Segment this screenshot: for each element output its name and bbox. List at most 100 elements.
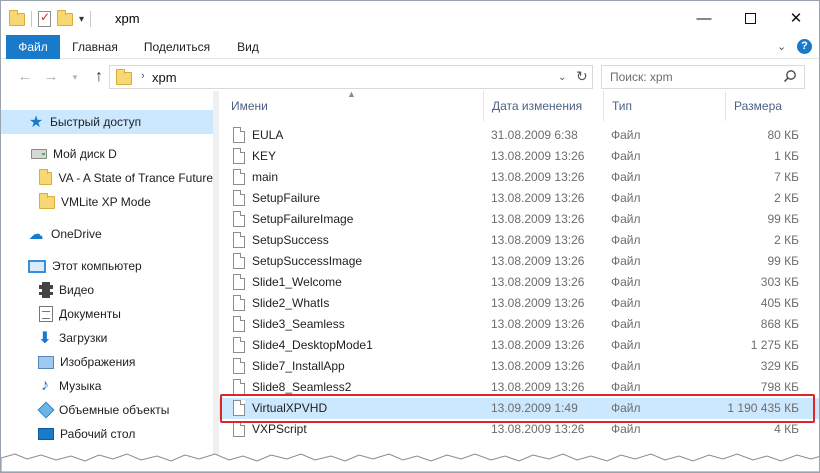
sidebar-item-pictures[interactable]: Изображения: [1, 350, 213, 374]
ribbon-tabs: Файл Главная Поделиться Вид ⌄ ?: [1, 35, 819, 59]
tab-share[interactable]: Поделиться: [135, 35, 219, 59]
properties-icon[interactable]: [38, 10, 51, 27]
search-icon[interactable]: [783, 69, 797, 83]
sidebar-item-label: VMLite XP Mode: [61, 195, 151, 209]
file-size: 868 КБ: [760, 317, 799, 331]
file-type: Файл: [611, 275, 641, 289]
table-row[interactable]: Slide2_WhatIs 13.08.2009 13:26 Файл 405 …: [219, 293, 819, 314]
table-row[interactable]: main 13.08.2009 13:26 Файл 7 КБ: [219, 167, 819, 188]
sidebar-item-onedrive[interactable]: ☁ OneDrive: [1, 222, 213, 246]
column-header-date[interactable]: Дата изменения: [483, 91, 603, 121]
address-dropdown-icon[interactable]: ⌄: [558, 72, 566, 83]
table-row[interactable]: Slide1_Welcome 13.08.2009 13:26 Файл 303…: [219, 272, 819, 293]
sidebar-item-drive-d[interactable]: Мой диск D: [1, 142, 213, 166]
file-type: Файл: [611, 296, 641, 310]
folder-icon: [39, 192, 55, 209]
sidebar-item-downloads[interactable]: ⬇ Загрузки: [1, 326, 213, 350]
file-date: 13.08.2009 13:26: [491, 317, 585, 331]
folder-icon: [39, 168, 53, 185]
minimize-button[interactable]: —: [681, 1, 727, 35]
file-name: SetupFailureImage: [252, 212, 354, 226]
table-row[interactable]: EULA 31.08.2009 6:38 Файл 80 КБ: [219, 125, 819, 146]
sidebar-item-this-pc[interactable]: Этот компьютер: [1, 254, 213, 278]
breadcrumb-chevron-icon[interactable]: ›: [141, 70, 145, 82]
file-icon: [233, 148, 245, 164]
file-icon: [233, 358, 245, 374]
folder-icon: [116, 69, 132, 85]
table-row[interactable]: SetupFailure 13.08.2009 13:26 Файл 2 КБ: [219, 188, 819, 209]
file-name: Slide4_DesktopMode1: [252, 338, 373, 352]
table-row[interactable]: Slide8_Seamless2 13.08.2009 13:26 Файл 7…: [219, 377, 819, 398]
navigation-pane: ★ Быстрый доступ Мой диск D VA - A State…: [1, 91, 213, 472]
download-icon: ⬇: [38, 330, 52, 347]
file-type: Файл: [611, 317, 641, 331]
sidebar-item-desktop[interactable]: Рабочий стол: [1, 422, 213, 446]
file-name: Slide2_WhatIs: [252, 296, 330, 310]
folder-icon: [9, 9, 25, 26]
quick-access-toolbar: ▾: [9, 9, 92, 29]
expand-ribbon-icon[interactable]: ⌄: [777, 40, 786, 53]
file-type: Файл: [611, 422, 641, 436]
back-icon[interactable]: ←: [15, 67, 35, 87]
tab-view[interactable]: Вид: [227, 35, 269, 59]
help-icon[interactable]: ?: [797, 39, 812, 54]
table-row[interactable]: Slide3_Seamless 13.08.2009 13:26 Файл 86…: [219, 314, 819, 335]
file-date: 13.08.2009 13:26: [491, 275, 585, 289]
file-date: 13.08.2009 13:26: [491, 359, 585, 373]
file-size: 99 КБ: [767, 212, 799, 226]
sidebar-item-label: OneDrive: [51, 227, 102, 241]
maximize-icon: [744, 12, 756, 24]
forward-icon[interactable]: →: [41, 67, 61, 87]
sidebar-item-quick-access[interactable]: ★ Быстрый доступ: [1, 110, 213, 134]
column-header-name[interactable]: Имени: [231, 91, 489, 121]
recent-locations-icon[interactable]: ▾: [65, 67, 85, 87]
tab-home[interactable]: Главная: [61, 35, 129, 59]
table-row-selected[interactable]: VirtualXPVHD 13.09.2009 1:49 Файл 1 190 …: [219, 398, 819, 419]
file-date: 13.08.2009 13:26: [491, 212, 585, 226]
table-row[interactable]: Slide7_InstallApp 13.08.2009 13:26 Файл …: [219, 356, 819, 377]
file-date: 13.08.2009 13:26: [491, 149, 585, 163]
qat-separator: [90, 11, 92, 27]
sidebar-item-va-state-of-trance[interactable]: VA - A State of Trance Future: [1, 166, 213, 190]
file-name: Slide7_InstallApp: [252, 359, 345, 373]
sidebar-item-documents[interactable]: Документы: [1, 302, 213, 326]
breadcrumb-xpm[interactable]: xpm: [152, 70, 177, 85]
sidebar-item-vmlite-xp-mode[interactable]: VMLite XP Mode: [1, 190, 213, 214]
column-header-size[interactable]: Размера: [725, 91, 819, 121]
refresh-icon[interactable]: ↻: [576, 68, 588, 85]
sidebar-item-music[interactable]: ♪ Музыка: [1, 374, 213, 398]
sidebar-item-videos[interactable]: Видео: [1, 278, 213, 302]
file-size: 80 КБ: [767, 128, 799, 142]
column-header-type[interactable]: Тип: [603, 91, 725, 121]
address-bar[interactable]: › xpm ⌄ ↻: [109, 65, 593, 89]
new-folder-icon[interactable]: [57, 9, 73, 26]
up-icon[interactable]: ↑: [89, 67, 109, 87]
search-input[interactable]: Поиск: xpm: [601, 65, 805, 89]
table-row[interactable]: SetupFailureImage 13.08.2009 13:26 Файл …: [219, 209, 819, 230]
sidebar-item-3d-objects[interactable]: Объемные объекты: [1, 398, 213, 422]
file-name: SetupSuccess: [252, 233, 329, 247]
file-icon: [233, 232, 245, 248]
file-type: Файл: [611, 212, 641, 226]
customize-qat-icon[interactable]: ▾: [79, 14, 84, 25]
table-row[interactable]: SetupSuccessImage 13.08.2009 13:26 Файл …: [219, 251, 819, 272]
file-size: 329 КБ: [760, 359, 799, 373]
close-button[interactable]: ✕: [773, 1, 819, 35]
sidebar-item-label: VA - A State of Trance Future: [58, 171, 213, 185]
file-type: Файл: [611, 128, 641, 142]
table-row[interactable]: Slide4_DesktopMode1 13.08.2009 13:26 Фай…: [219, 335, 819, 356]
tab-file[interactable]: Файл: [6, 35, 60, 59]
file-date: 13.08.2009 13:26: [491, 422, 585, 436]
file-icon: [233, 169, 245, 185]
star-icon: ★: [28, 114, 44, 131]
sidebar-item-label: Объемные объекты: [59, 403, 170, 417]
maximize-button[interactable]: [727, 1, 773, 35]
drive-icon: [31, 149, 47, 159]
table-row[interactable]: KEY 13.08.2009 13:26 Файл 1 КБ: [219, 146, 819, 167]
file-icon: [233, 127, 245, 143]
file-icon: [233, 337, 245, 353]
cloud-icon: ☁: [28, 226, 44, 243]
table-row[interactable]: SetupSuccess 13.08.2009 13:26 Файл 2 КБ: [219, 230, 819, 251]
table-row[interactable]: VXPScript 13.08.2009 13:26 Файл 4 КБ: [219, 419, 819, 440]
file-size: 405 КБ: [760, 296, 799, 310]
